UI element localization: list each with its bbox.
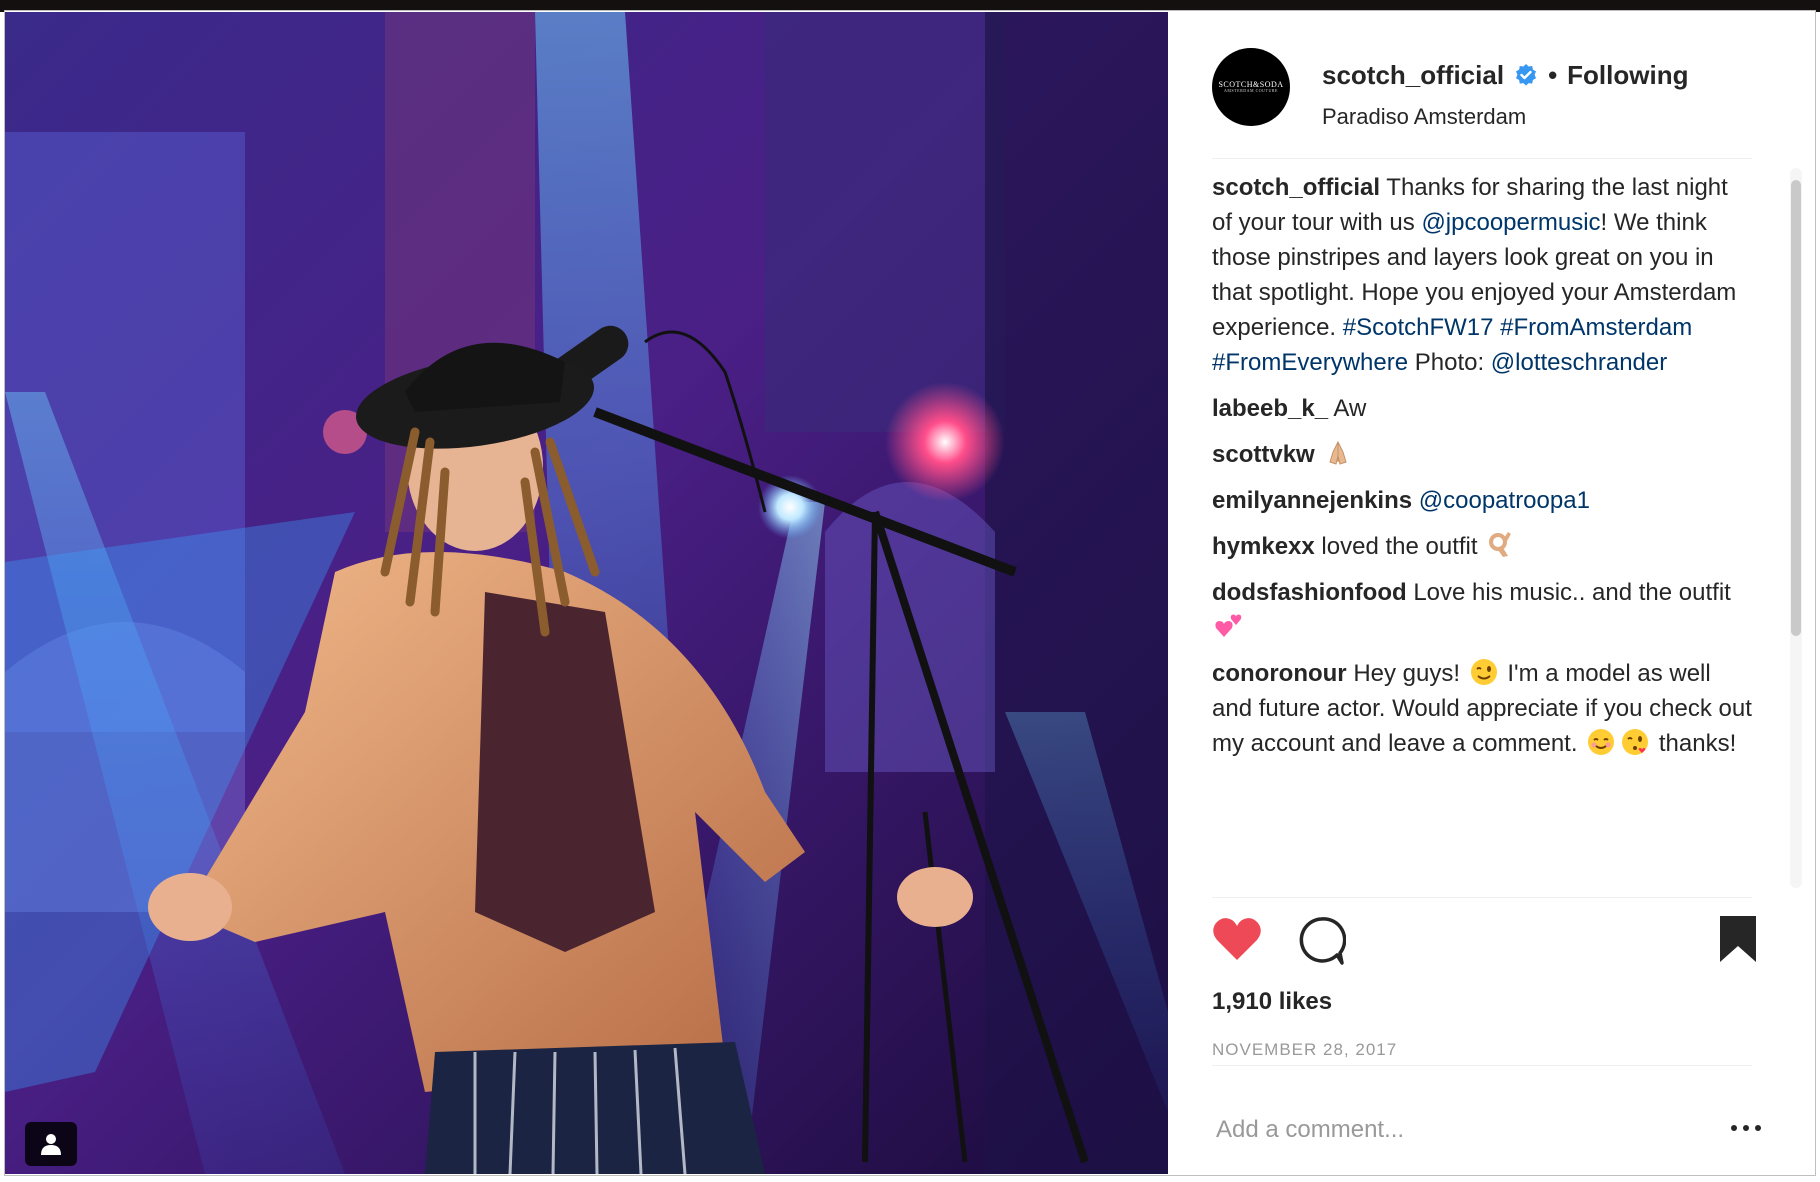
header-user-line: scotch_official • Following <box>1322 60 1688 90</box>
avatar[interactable]: SCOTCH&SODA AMSTERDAM COUTURE <box>1212 48 1290 126</box>
username-link[interactable]: scotch_official <box>1322 60 1504 91</box>
smiling-face-emoji <box>1588 729 1615 755</box>
ok-hand-emoji <box>1489 532 1512 557</box>
comment-text: Love his music.. and the outfit <box>1413 579 1731 606</box>
comment-icon[interactable] <box>1296 916 1346 966</box>
user-tag-button[interactable] <box>25 1122 77 1166</box>
comment-mention[interactable]: @coopatroopa1 <box>1419 487 1590 514</box>
comment-username[interactable]: hymkexx <box>1212 533 1315 560</box>
comment-input-divider <box>1212 1065 1752 1066</box>
folded-hands-emoji <box>1329 440 1347 465</box>
hashtag-scotchfw17[interactable]: #ScotchFW17 <box>1343 314 1494 341</box>
post-header: SCOTCH&SODA AMSTERDAM COUTURE scotch_off… <box>1212 48 1772 132</box>
add-comment-input[interactable] <box>1216 1110 1686 1150</box>
comment-username[interactable]: emilyannejenkins <box>1212 487 1412 514</box>
header-divider <box>1212 158 1752 159</box>
two-hearts-emoji <box>1215 614 1242 637</box>
user-tag-icon <box>41 1134 61 1155</box>
likes-count[interactable]: 1,910 likes <box>1212 988 1332 1016</box>
comment-username[interactable]: dodsfashionfood <box>1212 579 1407 606</box>
post-side-panel: SCOTCH&SODA AMSTERDAM COUTURE scotch_off… <box>1168 12 1814 1174</box>
avatar-logo: SCOTCH&SODA AMSTERDAM COUTURE <box>1218 80 1283 94</box>
comment-username[interactable]: scottvkw <box>1212 441 1315 468</box>
separator-dot: • <box>1548 59 1558 90</box>
list-item: conoronour Hey guys! I'm a model as well… <box>1212 656 1752 761</box>
list-item: scottvkw <box>1212 437 1752 472</box>
more-options-icon[interactable] <box>1726 1116 1766 1140</box>
comment-text: loved the outfit <box>1321 533 1478 560</box>
avatar-logo-subtext: AMSTERDAM COUTURE <box>1224 88 1278 94</box>
hashtag-fromeverywhere[interactable]: #FromEverywhere <box>1212 349 1408 376</box>
comment-username[interactable]: conoronour <box>1212 660 1347 687</box>
list-item: emilyannejenkins @coopatroopa1 <box>1212 483 1752 518</box>
verified-badge-icon <box>1516 64 1537 86</box>
comment-username[interactable]: labeeb_k_ <box>1212 395 1328 422</box>
list-item: hymkexx loved the outfit <box>1212 529 1752 564</box>
winking-face-emoji <box>1470 659 1497 685</box>
scrollbar-thumb[interactable] <box>1791 180 1801 636</box>
caption-text: Photo: <box>1414 349 1491 376</box>
caption-mention-jpcoopermusic[interactable]: @jpcoopermusic <box>1421 209 1600 236</box>
following-button[interactable]: Following <box>1567 60 1688 91</box>
comments-scrollbar[interactable] <box>1790 168 1802 888</box>
caption: scotch_official Thanks for sharing the l… <box>1212 170 1752 380</box>
comment-text: Hey guys! <box>1353 660 1461 687</box>
comment-text: thanks! <box>1658 730 1737 757</box>
caption-username[interactable]: scotch_official <box>1212 174 1380 201</box>
action-bar <box>1212 908 1772 968</box>
actions-divider <box>1212 897 1752 898</box>
comments-list[interactable]: scotch_official Thanks for sharing the l… <box>1212 162 1752 897</box>
list-item: dodsfashionfood Love his music.. and the… <box>1212 575 1752 645</box>
list-item: labeeb_k_ Aw <box>1212 391 1752 426</box>
heart-icon[interactable] <box>1212 916 1262 962</box>
post-date[interactable]: NOVEMBER 28, 2017 <box>1212 1040 1397 1060</box>
bookmark-icon[interactable] <box>1718 914 1758 964</box>
comment-text: Aw <box>1333 395 1367 422</box>
location-link[interactable]: Paradiso Amsterdam <box>1322 104 1526 130</box>
concert-photo-illustration <box>5 12 1168 1174</box>
hashtag-fromamsterdam[interactable]: #FromAmsterdam <box>1500 314 1692 341</box>
post-photo[interactable] <box>5 12 1168 1174</box>
caption-mention-lotteschrander[interactable]: @lotteschrander <box>1491 349 1667 376</box>
face-blowing-kiss-emoji <box>1622 729 1649 755</box>
